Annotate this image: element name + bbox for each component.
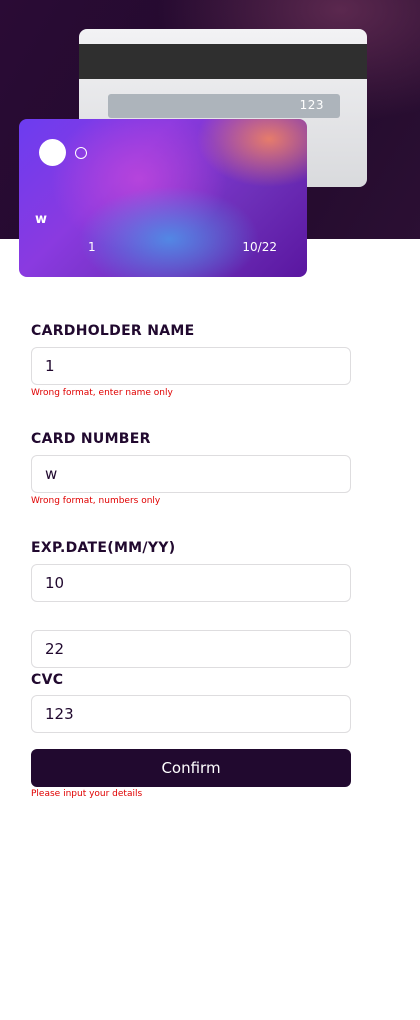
card-front: w 1 10/22 xyxy=(19,119,307,277)
cvc-label: CVC xyxy=(31,672,64,688)
confirm-button[interactable]: Confirm xyxy=(31,749,351,787)
card-number-label: CARD NUMBER xyxy=(31,431,151,447)
card-front-number: w xyxy=(35,212,49,227)
exp-date-label: EXP.DATE(MM/YY) xyxy=(31,540,176,556)
card-back-cvc: 123 xyxy=(299,98,324,112)
card-details-page: 123 w 1 10/22 CARDHOLDER NAME Wrong form… xyxy=(0,0,420,1020)
card-logo-filled-circle-icon xyxy=(39,139,66,166)
magnetic-stripe xyxy=(79,44,367,79)
signature-strip: 123 xyxy=(108,94,340,118)
card-logo-outline-circle-icon xyxy=(75,147,87,159)
cardholder-name-input[interactable] xyxy=(31,347,351,385)
card-number-error: Wrong format, numbers only xyxy=(31,496,161,506)
card-number-input[interactable] xyxy=(31,455,351,493)
cardholder-name-error: Wrong format, enter name only xyxy=(31,388,173,398)
cvc-input[interactable] xyxy=(31,695,351,733)
card-form: CARDHOLDER NAME Wrong format, enter name… xyxy=(31,322,351,800)
submit-error: Please input your details xyxy=(31,789,143,799)
card-front-expiry: 10/22 xyxy=(242,240,277,254)
card-front-name: 1 xyxy=(88,240,96,254)
exp-year-input[interactable] xyxy=(31,630,351,668)
cardholder-name-label: CARDHOLDER NAME xyxy=(31,323,195,339)
exp-month-input[interactable] xyxy=(31,564,351,602)
